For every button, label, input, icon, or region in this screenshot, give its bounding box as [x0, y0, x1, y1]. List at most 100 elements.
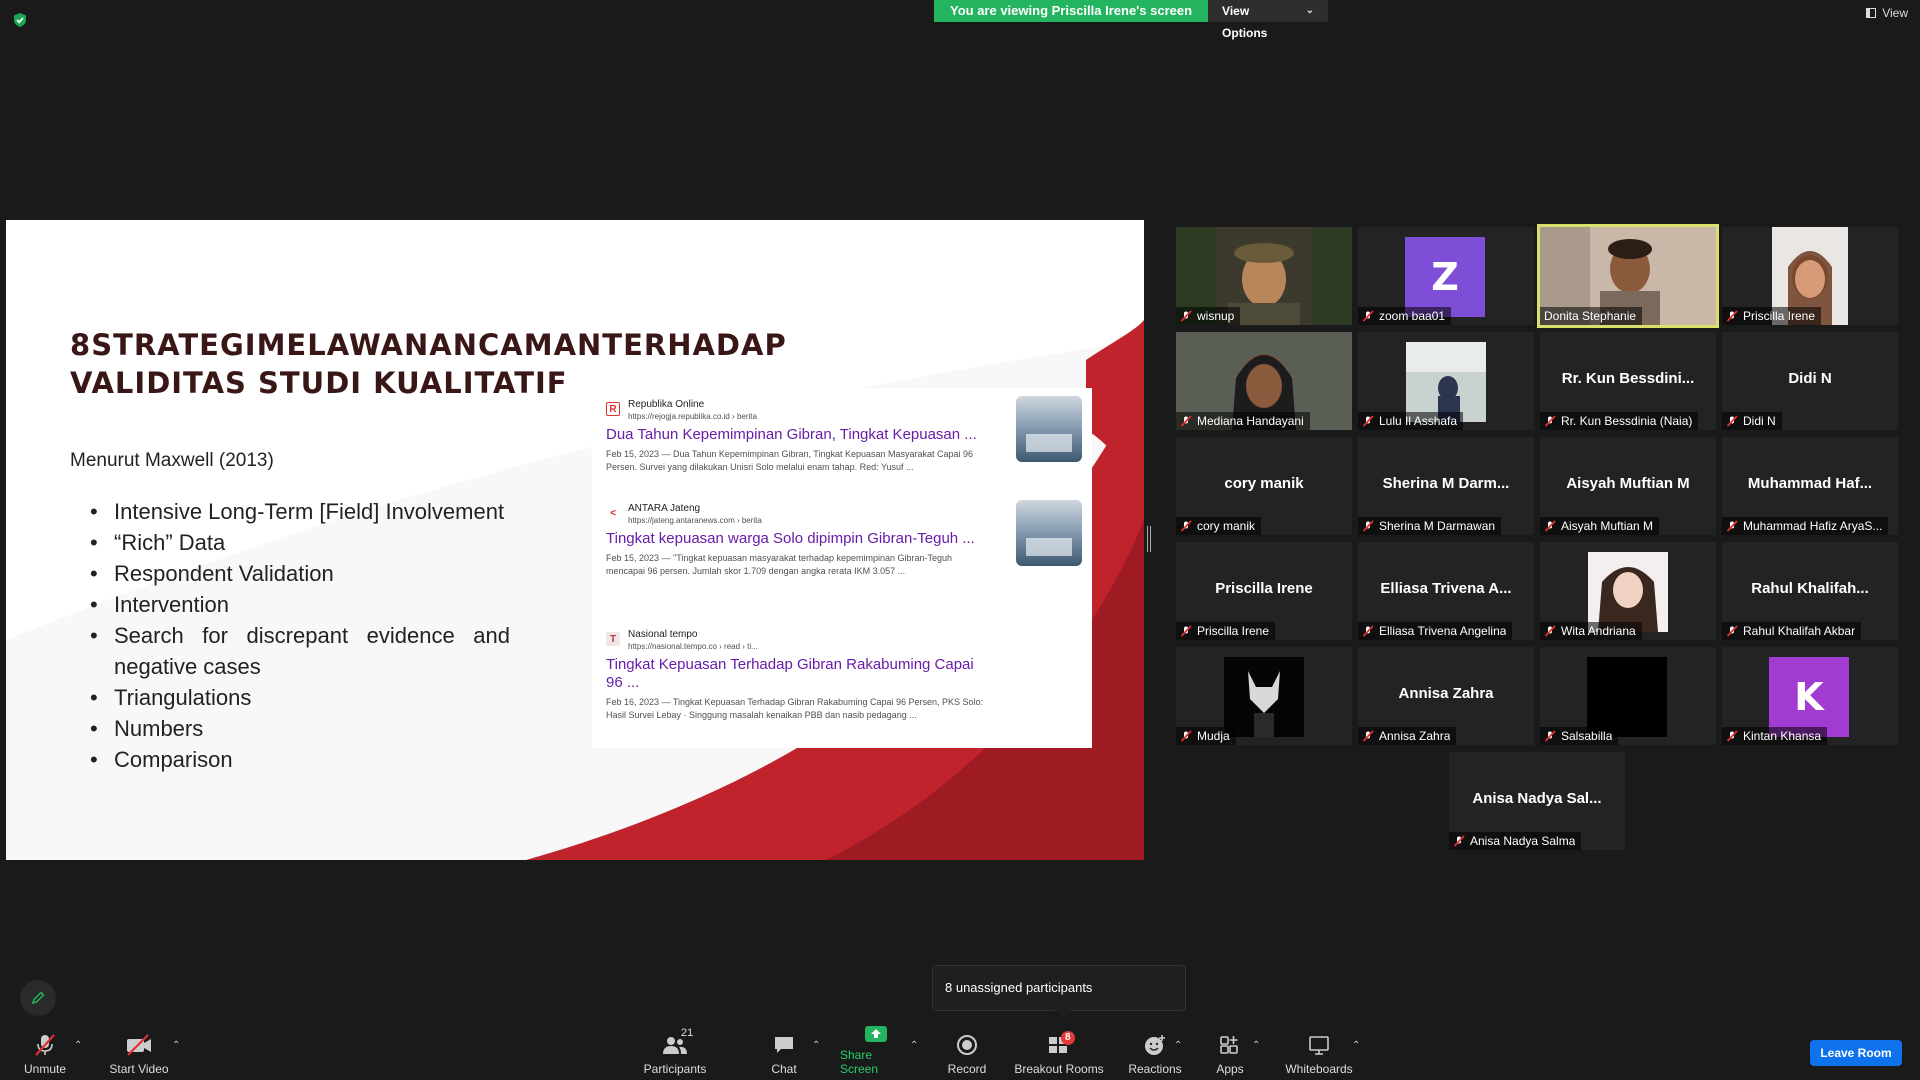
reactions-button[interactable]: Reactions: [1124, 1030, 1186, 1076]
participant-tile[interactable]: Mudja: [1176, 647, 1352, 745]
participant-name: Salsabilla: [1561, 729, 1613, 743]
unassigned-participants-tooltip[interactable]: 8 unassigned participants: [932, 965, 1186, 1018]
result-snippet: Feb 15, 2023 — Dua Tahun Kepemimpinan Gi…: [606, 449, 974, 472]
republika-favicon-icon: R: [606, 402, 620, 416]
start-video-label: Start Video: [109, 1062, 169, 1076]
result-snippet: Feb 16, 2023 — Tingkat Kepuasan Terhadap…: [606, 697, 984, 720]
video-off-icon: [127, 1034, 151, 1056]
muted-mic-icon: [1544, 625, 1556, 637]
participant-tile[interactable]: Rr. Kun Bessdini... Rr. Kun Bessdinia (N…: [1540, 332, 1716, 430]
participant-display-name: Priscilla Irene: [1215, 580, 1313, 597]
audio-options-caret-icon[interactable]: ⌃: [74, 1040, 82, 1051]
title-word: MELAWAN: [256, 328, 430, 362]
start-video-button[interactable]: Start Video: [104, 1030, 174, 1076]
muted-mic-icon: [1726, 415, 1738, 427]
bullet-item: Triangulations: [90, 682, 510, 713]
gallery-resize-handle[interactable]: [1147, 526, 1151, 552]
participant-tile[interactable]: Aisyah Muftian M Aisyah Muftian M: [1540, 437, 1716, 535]
muted-mic-icon: [1362, 625, 1374, 637]
leave-room-button[interactable]: Leave Room: [1810, 1040, 1902, 1066]
share-options-caret-icon[interactable]: ⌃: [910, 1040, 918, 1051]
participant-name-bar: Rr. Kun Bessdinia (Naia): [1540, 412, 1699, 430]
participant-tile[interactable]: K Kintan Khansa: [1722, 647, 1898, 745]
participant-name-bar: Priscilla Irene: [1176, 622, 1276, 640]
result-thumbnail-image: [1016, 500, 1082, 566]
participants-count: 21: [681, 1027, 694, 1039]
participant-name: cory manik: [1197, 519, 1256, 533]
participant-name: Sherina M Darmawan: [1379, 519, 1496, 533]
security-shield-icon[interactable]: [12, 12, 28, 28]
participant-tile[interactable]: cory manik cory manik: [1176, 437, 1352, 535]
participant-tile[interactable]: wisnup: [1176, 227, 1352, 325]
apps-icon: [1220, 1036, 1238, 1054]
antara-favicon-icon: <: [610, 507, 616, 519]
bullet-item: Intervention: [90, 589, 510, 620]
chat-options-caret-icon[interactable]: ⌃: [812, 1040, 820, 1051]
reactions-options-caret-icon[interactable]: ⌃: [1174, 1040, 1182, 1051]
unmute-label: Unmute: [23, 1062, 67, 1076]
whiteboards-label: Whiteboards: [1285, 1062, 1353, 1076]
participant-tile[interactable]: Lulu Il Asshafa: [1358, 332, 1534, 430]
participant-name: Donita Stephanie: [1544, 309, 1637, 323]
video-options-caret-icon[interactable]: ⌃: [172, 1040, 180, 1051]
participant-tile[interactable]: Z zoom baa01: [1358, 227, 1534, 325]
record-button[interactable]: Record: [942, 1030, 992, 1076]
participant-name: Wita Andriana: [1561, 624, 1636, 638]
breakout-rooms-badge: 8: [1061, 1031, 1075, 1045]
participant-name-bar: Aisyah Muftian M: [1540, 517, 1660, 535]
result-thumbnail-image: [1016, 396, 1082, 462]
shared-presentation-slide: 8 STRATEGI MELAWAN ANCAMAN TERHADAP VALI…: [6, 220, 1144, 860]
participant-tile[interactable]: Wita Andriana: [1540, 542, 1716, 640]
participant-tile[interactable]: Sherina M Darm... Sherina M Darmawan: [1358, 437, 1534, 535]
participant-name: Kintan Khansa: [1743, 729, 1822, 743]
muted-mic-icon: [1544, 730, 1556, 742]
whiteboards-button[interactable]: Whiteboards: [1282, 1030, 1356, 1076]
participant-tile[interactable]: Mediana Handayani: [1176, 332, 1352, 430]
participant-tile[interactable]: Muhammad Haf... Muhammad Hafiz AryaS...: [1722, 437, 1898, 535]
participant-tile[interactable]: Elliasa Trivena A... Elliasa Trivena Ang…: [1358, 542, 1534, 640]
unmute-button[interactable]: Unmute: [20, 1030, 70, 1076]
view-button[interactable]: View: [1866, 6, 1908, 20]
participants-button[interactable]: 21 Participants: [640, 1027, 710, 1076]
annotate-pen-button[interactable]: [20, 980, 56, 1016]
result-url: https://nasional.tempo.co › read › ti...: [628, 642, 758, 651]
slide-title-line-1: 8 STRATEGI MELAWAN ANCAMAN TERHADAP: [70, 326, 786, 364]
search-result: R Republika Online https://rejogja.repub…: [606, 398, 1076, 474]
breakout-rooms-button[interactable]: 8 Breakout Rooms: [1012, 1030, 1106, 1076]
muted-mic-icon: [1362, 730, 1374, 742]
participant-avatar: K: [1769, 657, 1849, 737]
chat-button[interactable]: Chat: [762, 1030, 806, 1076]
chevron-down-icon: ⌄: [1305, 5, 1315, 16]
participant-tile-active-speaker[interactable]: Donita Stephanie: [1537, 224, 1719, 328]
whiteboards-options-caret-icon[interactable]: ⌃: [1352, 1040, 1360, 1051]
bullet-item: Respondent Validation: [90, 558, 510, 589]
search-results-screenshot: R Republika Online https://rejogja.repub…: [592, 388, 1092, 748]
participant-tile[interactable]: Didi N Didi N: [1722, 332, 1898, 430]
view-options-button[interactable]: View Options ⌄: [1208, 0, 1329, 40]
participant-tile[interactable]: Priscilla Irene Priscilla Irene: [1176, 542, 1352, 640]
participant-name: Annisa Zahra: [1379, 729, 1451, 743]
participant-tile[interactable]: Anisa Nadya Sal... Anisa Nadya Salma: [1449, 752, 1625, 850]
participant-tile[interactable]: Rahul Khalifah... Rahul Khalifah Akbar: [1722, 542, 1898, 640]
participant-display-name: Annisa Zahra: [1398, 685, 1494, 702]
participant-tile[interactable]: Salsabilla: [1540, 647, 1716, 745]
participant-name-bar: Elliasa Trivena Angelina: [1358, 622, 1513, 640]
bullet-item: “Rich” Data: [90, 527, 510, 558]
apps-button[interactable]: Apps: [1212, 1030, 1248, 1076]
participant-tile[interactable]: Annisa Zahra Annisa Zahra: [1358, 647, 1534, 745]
result-source-name: Nasional tempo: [628, 629, 698, 640]
title-word: ANCAMAN: [429, 328, 603, 362]
apps-options-caret-icon[interactable]: ⌃: [1252, 1040, 1260, 1051]
participant-tile[interactable]: Priscilla Irene: [1722, 227, 1898, 325]
share-screen-button[interactable]: Share Screen: [840, 1026, 912, 1076]
result-source: < ANTARA Jateng https://jateng.antaranew…: [606, 502, 1076, 526]
record-label: Record: [947, 1062, 987, 1076]
muted-mic-icon: [1362, 415, 1374, 427]
participant-name-bar: Wita Andriana: [1540, 622, 1642, 640]
muted-mic-icon: [1544, 520, 1556, 532]
participant-name-bar: Priscilla Irene: [1722, 307, 1822, 325]
participant-name-bar: Mudja: [1176, 727, 1236, 745]
participant-name-bar: zoom baa01: [1358, 307, 1452, 325]
participant-display-name: Rr. Kun Bessdini...: [1561, 370, 1695, 387]
participant-display-name: Aisyah Muftian M: [1566, 475, 1690, 492]
